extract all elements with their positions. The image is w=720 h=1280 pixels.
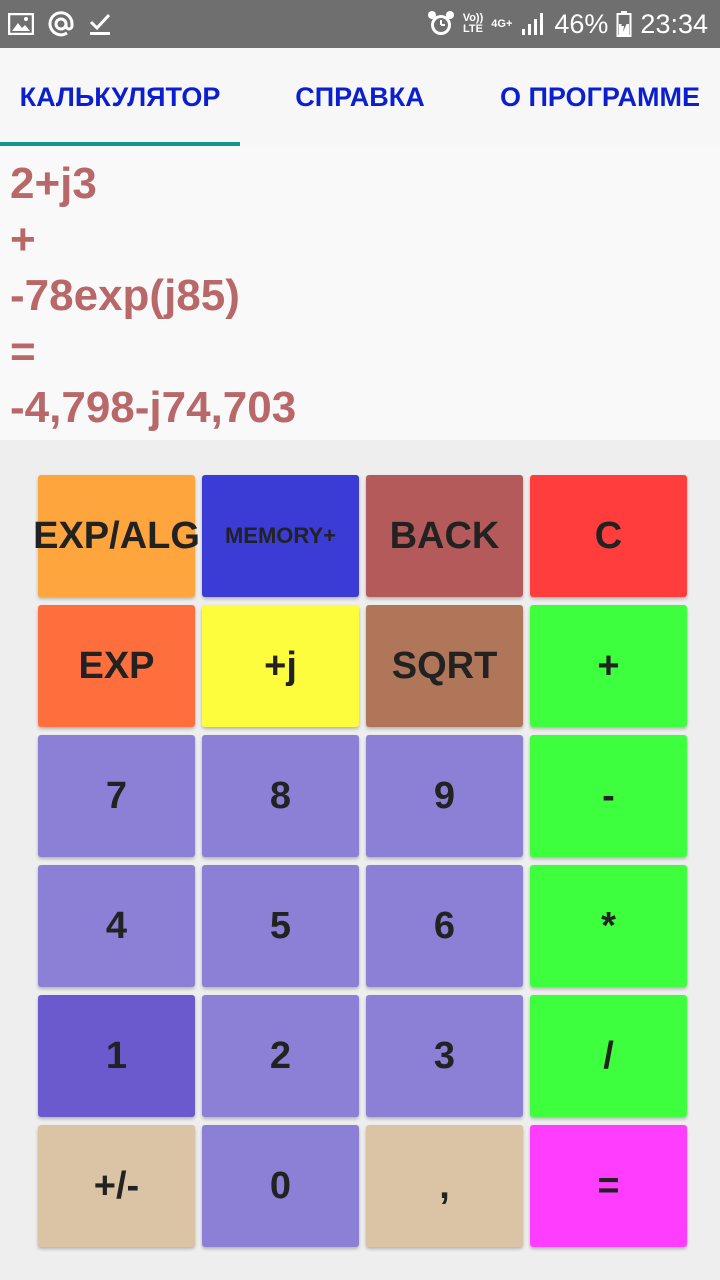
volte-bottom-text: LTE <box>462 23 483 35</box>
equals-button[interactable]: = <box>530 1125 687 1247</box>
divide-button[interactable]: / <box>530 995 687 1117</box>
display-operand-2: -78exp(j85) <box>10 271 240 320</box>
memory-plus-button[interactable]: MEMORY+ <box>202 475 359 597</box>
system-status: Vo)) LTE 4G+ 46% 23:34 <box>427 9 720 40</box>
status-bar: Vo)) LTE 4G+ 46% 23:34 <box>0 0 720 48</box>
subtract-button[interactable]: - <box>530 735 687 857</box>
battery-icon <box>616 10 632 38</box>
checkmark-icon <box>88 12 112 36</box>
display-equals: = <box>10 327 36 376</box>
digit-7-button[interactable]: 7 <box>38 735 195 857</box>
digit-5-button[interactable]: 5 <box>202 865 359 987</box>
at-sign-icon <box>48 11 74 37</box>
digit-3-button[interactable]: 3 <box>366 995 523 1117</box>
tab-about[interactable]: О ПРОГРАММЕ <box>480 48 720 146</box>
digit-9-button[interactable]: 9 <box>366 735 523 857</box>
volte-indicator: Vo)) LTE <box>463 13 484 35</box>
display-result: -4,798-j74,703 <box>10 383 297 432</box>
plus-j-button[interactable]: +j <box>202 605 359 727</box>
clear-button[interactable]: C <box>530 475 687 597</box>
decimal-comma-button[interactable]: , <box>366 1125 523 1247</box>
battery-percent: 46% <box>554 8 609 39</box>
image-icon <box>8 13 34 35</box>
exp-button[interactable]: EXP <box>38 605 195 727</box>
digit-6-button[interactable]: 6 <box>366 865 523 987</box>
tab-help[interactable]: СПРАВКА <box>240 48 480 146</box>
sqrt-button[interactable]: SQRT <box>366 605 523 727</box>
digit-1-button[interactable]: 1 <box>38 995 195 1117</box>
multiply-button[interactable]: * <box>530 865 687 987</box>
notification-icons <box>0 11 112 37</box>
alarm-icon <box>427 10 455 38</box>
display-operand-1: 2+j3 <box>10 159 97 208</box>
calculator-display: 2+j3 + -78exp(j85) = -4,798-j74,703 <box>0 146 720 440</box>
digit-2-button[interactable]: 2 <box>202 995 359 1117</box>
add-button[interactable]: + <box>530 605 687 727</box>
network-type: 4G+ <box>491 17 513 30</box>
display-operator: + <box>10 215 36 264</box>
tab-bar: КАЛЬКУЛЯТОР СПРАВКА О ПРОГРАММЕ <box>0 48 720 146</box>
digit-8-button[interactable]: 8 <box>202 735 359 857</box>
digit-4-button[interactable]: 4 <box>38 865 195 987</box>
digit-0-button[interactable]: 0 <box>202 1125 359 1247</box>
clock: 23:34 <box>640 8 708 39</box>
signal-icon <box>520 11 546 37</box>
keypad: EXP/ALG MEMORY+ BACK C EXP +j SQRT + 7 8… <box>33 475 688 1247</box>
back-button[interactable]: BACK <box>366 475 523 597</box>
exp-alg-button[interactable]: EXP/ALG <box>33 475 200 597</box>
tab-calculator[interactable]: КАЛЬКУЛЯТОР <box>0 48 240 146</box>
sign-toggle-button[interactable]: +/- <box>38 1125 195 1247</box>
